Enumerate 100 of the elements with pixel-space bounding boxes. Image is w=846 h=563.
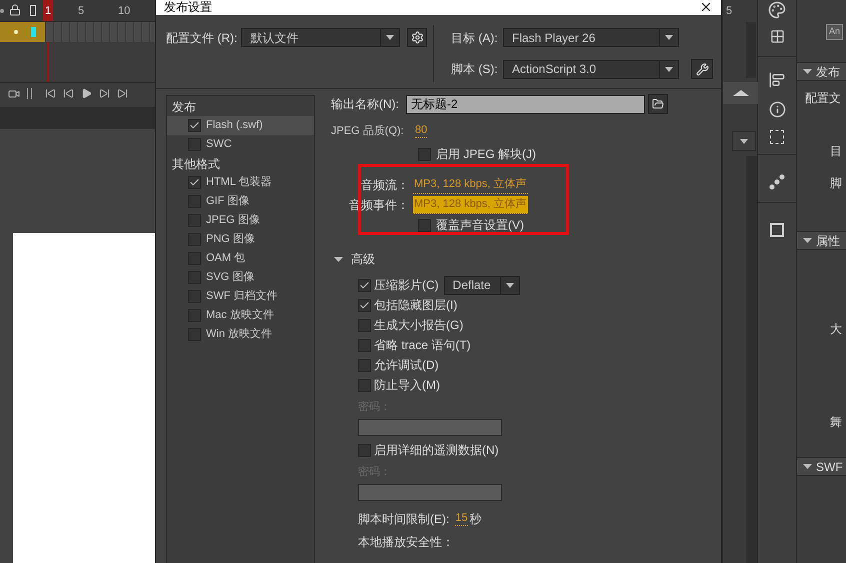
align-icon[interactable] [769,72,785,88]
field-label: 配置文件 (R): [166,30,238,47]
frame-number: 5 [726,4,732,19]
property-label: 大 [830,321,843,338]
disclosure-triangle-icon[interactable] [334,254,343,264]
format-item[interactable]: Mac 放映文件 [167,306,314,325]
checkbox-label: 省略 trace 语句(T) [374,337,471,354]
property-label: 脚 [830,175,843,192]
playhead-frame-number[interactable]: 1 [43,0,53,21]
app-badge: An [826,24,843,40]
input-field[interactable]: 无标题-2 [406,94,645,114]
property-label: 配置文 [805,90,842,107]
checkbox[interactable] [358,338,371,352]
field-label: 本地播放安全性： [358,534,454,551]
caret-icon [740,138,748,144]
outline-icon[interactable] [30,5,36,16]
library-icon[interactable] [770,223,784,237]
caret-icon [665,35,673,40]
grip-icon[interactable] [27,88,32,99]
format-item[interactable]: SVG 图像 [167,268,314,287]
dropdown[interactable]: Flash Player 26 [503,28,679,47]
checkbox[interactable] [188,119,201,132]
checkbox-label: 压缩影片(C) [374,277,439,294]
camera-icon[interactable] [8,88,20,100]
checkbox-label: 防止导入(M) [374,377,440,394]
checkbox[interactable] [188,176,201,189]
format-item[interactable]: SWC [167,135,314,154]
check-icon [359,280,370,290]
checkbox-label: 包括隐藏图层(I) [374,297,458,314]
skip-back-icon[interactable] [45,88,56,99]
field-label: 脚本时间限制(E): [358,511,450,528]
checkbox-label: 允许调试(D) [374,357,439,374]
close-icon[interactable] [699,0,713,14]
dropdown[interactable]: 默认文件 [241,28,400,47]
play-icon[interactable] [81,88,92,99]
checkbox-label: 覆盖声音设置(V) [436,217,524,234]
check-icon [189,177,200,188]
checkbox-label: 启用详细的遥测数据(N) [374,442,499,459]
format-item[interactable]: Win 放映文件 [167,325,314,344]
skip-forward-icon[interactable] [117,88,128,99]
color-swatch-icon [31,27,36,37]
info-icon[interactable] [768,101,786,118]
field-label: 目标 (A): [451,30,499,46]
dropdown-arrow-button[interactable] [732,131,756,151]
scrollbar[interactable] [746,156,757,563]
section-header[interactable]: 高级 [331,249,721,269]
wrench-icon [696,62,708,76]
panel-header[interactable]: SWF [797,457,846,476]
transform-icon[interactable] [770,130,784,144]
collapse-button[interactable] [723,82,758,104]
list-group-header: 发布 [171,98,197,116]
dropdown[interactable]: ActionScript 3.0 [503,60,679,78]
panel-header[interactable]: 属性 [797,231,846,250]
format-item[interactable]: SWF 归档文件 [167,287,314,306]
list-group-header: 其他格式 [171,156,221,172]
folder-icon [652,98,664,110]
field-label: 音频流： [360,177,410,194]
format-item[interactable]: OAM 包 [167,249,314,268]
step-back-icon[interactable] [63,88,74,99]
checkbox[interactable] [358,298,371,312]
panel-header[interactable]: 发布 [797,62,846,81]
checkbox-label: 启用 JPEG 解块(J) [436,146,536,163]
folder-button[interactable] [648,94,668,114]
quality-value[interactable]: 80 [415,124,428,138]
format-item[interactable]: Flash (.swf) [167,116,314,135]
format-item[interactable]: PNG 图像 [167,230,314,249]
caret-icon [386,35,394,40]
dropdown[interactable]: Deflate [444,276,520,294]
disclosure-triangle-icon[interactable] [803,462,812,471]
dots-icon[interactable] [769,174,785,190]
collapse-arrow-icon [732,90,748,96]
format-item[interactable]: JPEG 图像 [167,211,314,230]
caret-icon [665,66,673,72]
checkbox-label: 生成大小报告(G) [374,317,464,334]
frame-number: 5 [78,4,84,19]
audio-setting-link[interactable]: MP3, 128 kbps, 立体声 [413,176,528,194]
checkbox[interactable] [358,444,371,456]
checkbox[interactable] [358,358,371,372]
wrench-button[interactable] [691,59,713,79]
frame-cells[interactable] [45,22,155,42]
checkbox[interactable] [358,278,371,292]
checkbox[interactable] [358,318,371,332]
disclosure-triangle-icon[interactable] [803,236,812,245]
disclosure-triangle-icon[interactable] [803,67,812,76]
field-label: 输出名称(N): [331,96,400,113]
settings-button[interactable] [407,28,428,47]
checkbox[interactable] [418,148,431,160]
palette-icon[interactable] [768,1,786,19]
format-item[interactable]: GIF 图像 [167,192,314,211]
checkbox[interactable] [358,378,371,392]
step-forward-icon[interactable] [99,88,110,99]
lock-icon[interactable] [9,4,21,16]
check-icon [189,120,200,131]
grid-icon[interactable] [770,29,784,44]
check-icon [359,300,370,310]
checkbox[interactable] [418,218,431,232]
property-label: 舞 [830,414,843,431]
property-label: 目 [830,143,843,160]
time-limit-value[interactable]: 15 [455,512,468,526]
format-item[interactable]: HTML 包装器 [167,173,314,192]
